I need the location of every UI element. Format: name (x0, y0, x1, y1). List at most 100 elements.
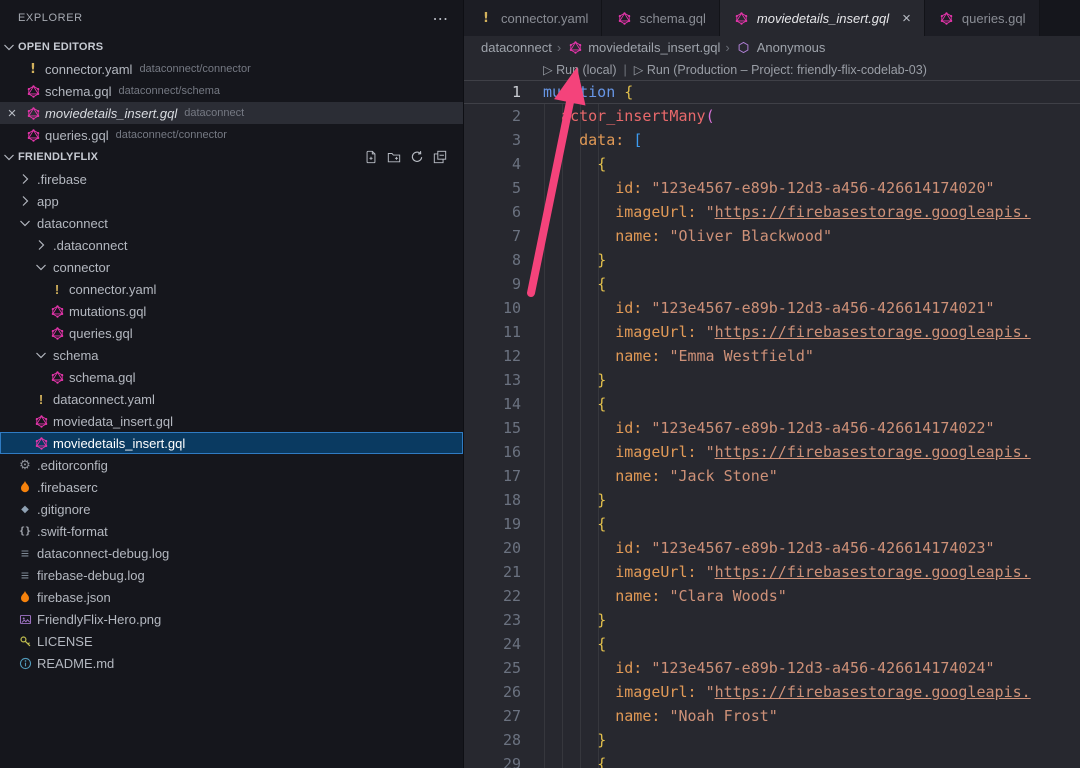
code-line-6[interactable]: 6 imageUrl: "https://firebasestorage.goo… (464, 200, 1080, 224)
file-label: schema (53, 348, 99, 363)
line-content: name: "Clara Woods" (521, 584, 1080, 608)
code-line-3[interactable]: 3 data: [ (464, 128, 1080, 152)
tree-item-dataconnect[interactable]: .dataconnect (0, 234, 463, 256)
tab-connector-yaml[interactable]: !connector.yaml (464, 0, 602, 36)
tree-item-firebaserc[interactable]: .firebaserc (0, 476, 463, 498)
code-line-15[interactable]: 15 id: "123e4567-e89b-12d3-a456-42661417… (464, 416, 1080, 440)
tree-item-queries-gql[interactable]: queries.gql (0, 322, 463, 344)
graphql-icon (938, 12, 956, 25)
code-line-8[interactable]: 8 } (464, 248, 1080, 272)
line-content: { (521, 392, 1080, 416)
diamond-icon: ◆ (16, 504, 34, 515)
collapse-all-icon[interactable] (433, 150, 447, 164)
new-file-icon[interactable] (364, 150, 378, 164)
code-line-28[interactable]: 28 } (464, 728, 1080, 752)
code-line-14[interactable]: 14 { (464, 392, 1080, 416)
code-line-29[interactable]: 29 { (464, 752, 1080, 768)
file-label: .firebaserc (37, 480, 98, 495)
code-line-1[interactable]: 1mutation { (464, 80, 1080, 104)
line-content: name: "Oliver Blackwood" (521, 224, 1080, 248)
tree-item-editorconfig[interactable]: ⚙.editorconfig (0, 454, 463, 476)
open-editor-item-queries-gql[interactable]: queries.gqldataconnect/connector (0, 124, 463, 146)
tree-item-dataconnect-yaml[interactable]: !dataconnect.yaml (0, 388, 463, 410)
graphql-icon (48, 327, 66, 340)
chevron-down-icon (0, 39, 18, 55)
open-editor-item-connector-yaml[interactable]: !connector.yamldataconnect/connector (0, 58, 463, 80)
code-line-24[interactable]: 24 { (464, 632, 1080, 656)
code-line-21[interactable]: 21 imageUrl: "https://firebasestorage.go… (464, 560, 1080, 584)
code-line-12[interactable]: 12 name: "Emma Westfield" (464, 344, 1080, 368)
tree-item-readme-md[interactable]: README.md (0, 652, 463, 674)
line-content: name: "Emma Westfield" (521, 344, 1080, 368)
tree-item-swift-format[interactable]: {}.swift-format (0, 520, 463, 542)
tree-item-dataconnect[interactable]: dataconnect (0, 212, 463, 234)
tab-queries-gql[interactable]: queries.gql (925, 0, 1040, 36)
explorer-header: EXPLORER ⋯ (0, 0, 463, 36)
open-editors-section-header[interactable]: OPEN EDITORS (0, 36, 463, 58)
open-editors-title: OPEN EDITORS (18, 41, 103, 53)
code-line-19[interactable]: 19 { (464, 512, 1080, 536)
open-editor-item-moviedetails-insert-gql[interactable]: ×moviedetails_insert.gqldataconnect (0, 102, 463, 124)
section-actions (364, 150, 463, 164)
tree-item-firebase-json[interactable]: firebase.json (0, 586, 463, 608)
line-content: { (521, 632, 1080, 656)
code-line-22[interactable]: 22 name: "Clara Woods" (464, 584, 1080, 608)
code-line-2[interactable]: 2 actor_insertMany( (464, 104, 1080, 128)
code-line-7[interactable]: 7 name: "Oliver Blackwood" (464, 224, 1080, 248)
tab-moviedetails-insert-gql[interactable]: moviedetails_insert.gql× (720, 0, 925, 36)
tab-schema-gql[interactable]: schema.gql (602, 0, 719, 36)
close-tab-icon[interactable]: × (902, 11, 911, 26)
line-number: 6 (464, 200, 521, 224)
code-line-20[interactable]: 20 id: "123e4567-e89b-12d3-a456-42661417… (464, 536, 1080, 560)
code-line-5[interactable]: 5 id: "123e4567-e89b-12d3-a456-426614174… (464, 176, 1080, 200)
tree-item-firebase-debug-log[interactable]: ≡firebase-debug.log (0, 564, 463, 586)
warning-icon: ! (32, 392, 50, 407)
close-editor-icon[interactable]: × (0, 106, 24, 121)
code-line-16[interactable]: 16 imageUrl: "https://firebasestorage.go… (464, 440, 1080, 464)
code-line-4[interactable]: 4 { (464, 152, 1080, 176)
info-icon (16, 657, 34, 670)
tree-item-connector[interactable]: connector (0, 256, 463, 278)
code-line-11[interactable]: 11 imageUrl: "https://firebasestorage.go… (464, 320, 1080, 344)
tree-item-friendlyflix-hero-png[interactable]: FriendlyFlix-Hero.png (0, 608, 463, 630)
tab-bar: !connector.yamlschema.gqlmoviedetails_in… (464, 0, 1080, 36)
breadcrumb-item-moviedetails-insert-gql[interactable]: moviedetails_insert.gql (566, 40, 720, 55)
code-line-25[interactable]: 25 id: "123e4567-e89b-12d3-a456-42661417… (464, 656, 1080, 680)
tree-item-schema[interactable]: schema (0, 344, 463, 366)
refresh-icon[interactable] (410, 150, 424, 164)
code-line-13[interactable]: 13 } (464, 368, 1080, 392)
code-line-9[interactable]: 9 { (464, 272, 1080, 296)
tree-item-moviedata-insert-gql[interactable]: moviedata_insert.gql (0, 410, 463, 432)
tree-item-license[interactable]: LICENSE (0, 630, 463, 652)
breadcrumb-item-anonymous[interactable]: Anonymous (735, 40, 826, 55)
code-line-17[interactable]: 17 name: "Jack Stone" (464, 464, 1080, 488)
tree-item-mutations-gql[interactable]: mutations.gql (0, 300, 463, 322)
project-section-header[interactable]: FRIENDLYFLIX (0, 146, 463, 168)
tree-item-moviedetails-insert-gql[interactable]: moviedetails_insert.gql (0, 432, 463, 454)
run-local-link[interactable]: ▷ Run (local) (543, 62, 617, 77)
tree-item-dataconnect-debug-log[interactable]: ≡dataconnect-debug.log (0, 542, 463, 564)
more-actions-icon[interactable]: ⋯ (432, 9, 449, 28)
code-line-27[interactable]: 27 name: "Noah Frost" (464, 704, 1080, 728)
code-line-23[interactable]: 23 } (464, 608, 1080, 632)
run-production-link[interactable]: ▷ Run (Production – Project: friendly-fl… (634, 62, 927, 77)
code-line-18[interactable]: 18 } (464, 488, 1080, 512)
tree-item-schema-gql[interactable]: schema.gql (0, 366, 463, 388)
line-number: 9 (464, 272, 521, 296)
line-content: actor_insertMany( (521, 104, 1080, 128)
code-line-10[interactable]: 10 id: "123e4567-e89b-12d3-a456-42661417… (464, 296, 1080, 320)
line-number: 14 (464, 392, 521, 416)
tree-item-firebase[interactable]: .firebase (0, 168, 463, 190)
breadcrumb-item-dataconnect[interactable]: dataconnect (481, 40, 552, 55)
graphql-icon (48, 305, 66, 318)
line-content: imageUrl: "https://firebasestorage.googl… (521, 200, 1080, 224)
new-folder-icon[interactable] (387, 150, 401, 164)
tree-item-app[interactable]: app (0, 190, 463, 212)
code-line-26[interactable]: 26 imageUrl: "https://firebasestorage.go… (464, 680, 1080, 704)
code-editor[interactable]: 1mutation {2 actor_insertMany(3 data: [4… (464, 80, 1080, 768)
tree-item-gitignore[interactable]: ◆.gitignore (0, 498, 463, 520)
line-number: 7 (464, 224, 521, 248)
open-editor-item-schema-gql[interactable]: schema.gqldataconnect/schema (0, 80, 463, 102)
tree-item-connector-yaml[interactable]: !connector.yaml (0, 278, 463, 300)
breadcrumb-label: moviedetails_insert.gql (588, 40, 720, 55)
